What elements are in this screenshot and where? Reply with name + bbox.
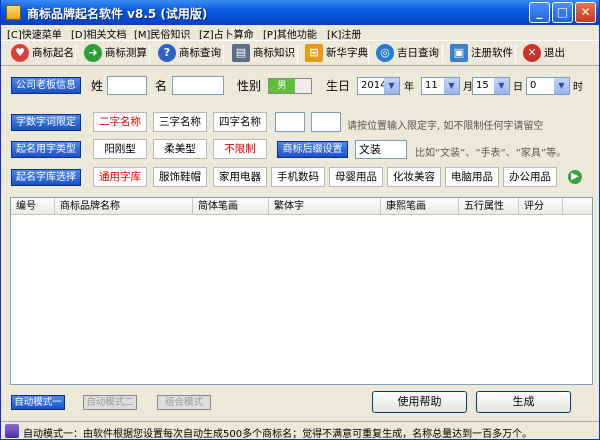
library-general[interactable]: 通用字库 bbox=[93, 167, 147, 187]
chevron-down-icon: ▼ bbox=[384, 78, 399, 94]
option-three-char[interactable]: 三字名称 bbox=[153, 112, 207, 132]
close-button[interactable]: ✕ bbox=[575, 2, 596, 23]
table-header: 编号 商标品牌名称 简体笔画 繁体字 康熙笔画 五行属性 评分 bbox=[11, 198, 592, 215]
menu-folk[interactable]: [M]民俗知识 bbox=[134, 26, 190, 41]
library-digital[interactable]: 手机数码 bbox=[271, 167, 325, 187]
suffix-settings-button[interactable]: 商标后缀设置 bbox=[277, 141, 348, 158]
library-apparel[interactable]: 服饰鞋帽 bbox=[153, 167, 207, 187]
option-unlimited[interactable]: 不限制 bbox=[213, 139, 267, 159]
globe-icon: ◎ bbox=[376, 44, 394, 62]
toolbar: ♥ 商标起名 ➜ 商标测算 ? 商标查询 ▤ 商标知识 ⊞ 新华字典 ◎ 吉日查… bbox=[1, 40, 599, 66]
mode-combined[interactable]: 组合模式 bbox=[157, 395, 211, 410]
option-four-char[interactable]: 四字名称 bbox=[213, 112, 267, 132]
menu-register[interactable]: [K]注册 bbox=[327, 26, 361, 41]
menu-bar: [C]快速菜单 [D]相关文档 [M]民俗知识 [Z]占卜算命 [P]其他功能 … bbox=[1, 25, 599, 41]
fixed-char-2-input[interactable] bbox=[311, 112, 341, 132]
chevron-down-icon: ▼ bbox=[444, 78, 459, 94]
menu-quick[interactable]: [C]快速菜单 bbox=[7, 26, 62, 41]
mode-auto-two[interactable]: 自动模式二 bbox=[83, 395, 137, 410]
minimize-button[interactable]: _ bbox=[529, 2, 550, 23]
gender-toggle[interactable]: 男 bbox=[268, 78, 312, 94]
book-icon bbox=[5, 424, 19, 438]
status-bar: 自动模式一：由软件根据您设置每次自动生成500多个商标名；觉得不满意可重复生成，… bbox=[1, 421, 599, 440]
option-masculine[interactable]: 阳刚型 bbox=[93, 139, 147, 159]
option-feminine[interactable]: 柔美型 bbox=[153, 139, 207, 159]
hour-unit: 时 bbox=[573, 82, 583, 93]
title-bar: 商标品牌起名软件 v8.5 (试用版) _ □ ✕ bbox=[1, 0, 599, 25]
status-text: 自动模式一：由软件根据您设置每次自动生成500多个商标名；觉得不满意可重复生成，… bbox=[23, 429, 533, 440]
library-cosmetics[interactable]: 化妆美容 bbox=[387, 167, 441, 187]
mode-auto-one[interactable]: 自动模式一 bbox=[11, 395, 65, 410]
help-icon: ? bbox=[158, 44, 176, 62]
year-select[interactable]: 2014 ▼ bbox=[357, 77, 400, 95]
library-button[interactable]: 起名字库选择 bbox=[11, 169, 81, 186]
menu-other[interactable]: [P]其他功能 bbox=[263, 26, 317, 41]
results-table[interactable]: 编号 商标品牌名称 简体笔画 繁体字 康熙笔画 五行属性 评分 bbox=[10, 197, 593, 385]
computer-icon: ▣ bbox=[450, 44, 468, 62]
close-icon: ✕ bbox=[523, 44, 541, 62]
chevron-down-icon: ▼ bbox=[554, 78, 569, 94]
document-icon: ▤ bbox=[232, 44, 250, 62]
maximize-button[interactable]: □ bbox=[552, 2, 573, 23]
hour-select[interactable]: 0 ▼ bbox=[526, 77, 570, 95]
gender-value: 男 bbox=[269, 79, 295, 93]
library-appliance[interactable]: 家用电器 bbox=[213, 167, 267, 187]
name-label: 名 bbox=[155, 79, 168, 93]
windows-icon: ⊞ bbox=[305, 44, 323, 62]
name-input[interactable] bbox=[172, 76, 224, 95]
chevron-down-icon: ▼ bbox=[494, 78, 509, 94]
day-unit: 日 bbox=[513, 82, 523, 93]
bottom-bar: 自动模式一 自动模式二 组合模式 使用帮助 生成 bbox=[1, 386, 599, 421]
year-unit: 年 bbox=[404, 82, 414, 93]
heart-icon: ♥ bbox=[11, 44, 29, 62]
surname-input[interactable] bbox=[107, 76, 147, 95]
library-office[interactable]: 办公用品 bbox=[503, 167, 557, 187]
month-select[interactable]: 11 ▼ bbox=[421, 77, 460, 95]
owner-info-button[interactable]: 公司老板信息 bbox=[11, 77, 81, 94]
library-computer[interactable]: 电脑用品 bbox=[445, 167, 499, 187]
app-icon bbox=[6, 5, 21, 20]
column-header-name[interactable]: 商标品牌名称 bbox=[55, 198, 193, 215]
app-window: 商标品牌起名软件 v8.5 (试用版) _ □ ✕ [C]快速菜单 [D]相关文… bbox=[0, 0, 600, 440]
column-header-number[interactable]: 编号 bbox=[11, 198, 55, 215]
column-header-score[interactable]: 评分 bbox=[519, 198, 563, 215]
menu-docs[interactable]: [D]相关文档 bbox=[71, 26, 127, 41]
column-header-traditional[interactable]: 繁体字 bbox=[269, 198, 381, 215]
char-type-button[interactable]: 起名用字类型 bbox=[11, 141, 81, 158]
arrow-right-icon[interactable]: ▶ bbox=[568, 170, 582, 184]
word-limit-button[interactable]: 字数字词限定 bbox=[11, 114, 81, 131]
suffix-hint: 比如“文装”、“手表”、“家具”等。 bbox=[415, 148, 567, 159]
option-two-char[interactable]: 二字名称 bbox=[93, 112, 147, 132]
gender-label: 性别 bbox=[237, 79, 262, 93]
help-button[interactable]: 使用帮助 bbox=[372, 391, 467, 413]
window-title: 商标品牌起名软件 v8.5 (试用版) bbox=[27, 7, 208, 21]
menu-divination[interactable]: [Z]占卜算命 bbox=[199, 26, 254, 41]
library-baby[interactable]: 母婴用品 bbox=[329, 167, 383, 187]
surname-label: 姓 bbox=[91, 79, 104, 93]
column-header-kangxi-strokes[interactable]: 康熙笔画 bbox=[381, 198, 459, 215]
column-header-simplified-strokes[interactable]: 简体笔画 bbox=[193, 198, 269, 215]
settings-panel: 公司老板信息 姓 名 性别 男 生日 2014 ▼ 年 11 ▼ 月 15 ▼ 日 0… bbox=[5, 68, 596, 190]
column-header-five-elements[interactable]: 五行属性 bbox=[459, 198, 519, 215]
arrow-right-icon: ➜ bbox=[84, 44, 102, 62]
generate-button[interactable]: 生成 bbox=[476, 391, 571, 413]
birthday-label: 生日 bbox=[326, 79, 351, 93]
suffix-input[interactable]: 文装 bbox=[355, 140, 407, 159]
word-limit-hint: 请按位置输入限定字, 如不限制任何字请留空 bbox=[347, 121, 544, 132]
day-select[interactable]: 15 ▼ bbox=[472, 77, 510, 95]
fixed-char-1-input[interactable] bbox=[275, 112, 305, 132]
